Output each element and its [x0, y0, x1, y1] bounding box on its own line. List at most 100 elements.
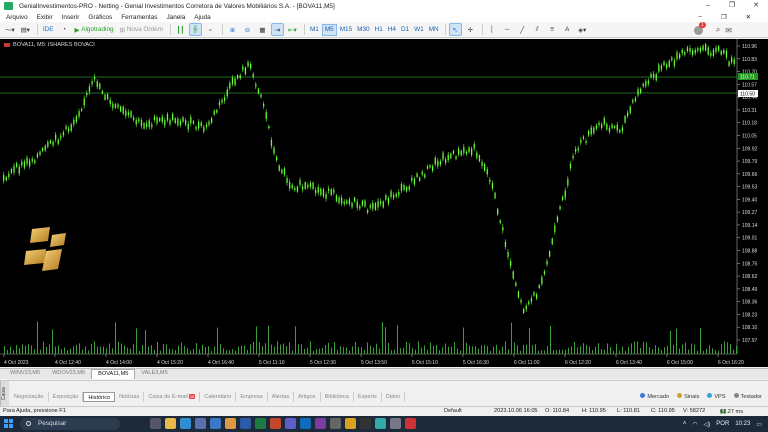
- tab-exposicao[interactable]: Exposição: [49, 391, 84, 402]
- tab-alertas[interactable]: Alertas: [268, 391, 295, 402]
- menu-arquivo[interactable]: Arquivo: [6, 14, 28, 21]
- child-minimize-button[interactable]: –: [698, 13, 702, 21]
- sinais-link[interactable]: Sinais: [677, 393, 699, 400]
- tab-diario[interactable]: Diário: [382, 391, 406, 402]
- chart-type-icon[interactable]: 〜▾: [3, 23, 17, 36]
- zoom-out-icon[interactable]: ⊖: [241, 23, 254, 36]
- vps-link[interactable]: VPS: [707, 393, 726, 400]
- testador-link[interactable]: Testador: [733, 393, 762, 400]
- file-explorer-icon[interactable]: [165, 418, 176, 429]
- menu-graficos[interactable]: Gráficos: [88, 14, 112, 21]
- timeframe-m5[interactable]: M5: [321, 23, 337, 36]
- chart-tab-vale3[interactable]: VALE3,M5: [135, 369, 173, 379]
- channel-icon[interactable]: ⫽: [531, 23, 544, 36]
- windows-start-icon[interactable]: [4, 419, 13, 428]
- chevron-up-icon[interactable]: ˄: [683, 421, 687, 427]
- outlook-icon[interactable]: [300, 418, 311, 429]
- toolbox-side-label[interactable]: Caixa: [0, 381, 9, 407]
- timeframe-m30[interactable]: M30: [355, 24, 371, 36]
- notifications-icon[interactable]: ▭: [756, 421, 762, 428]
- teams-icon[interactable]: [285, 418, 296, 429]
- search-icon[interactable]: ⌕: [716, 25, 720, 35]
- minimize-button[interactable]: –: [696, 0, 720, 12]
- onenote-icon[interactable]: [315, 418, 326, 429]
- volume-icon[interactable]: ◁): [704, 421, 711, 428]
- tab-artigos[interactable]: Artigos: [294, 391, 321, 402]
- volume-bar: [694, 344, 695, 354]
- calculator-icon[interactable]: [330, 418, 341, 429]
- tab-negociacao[interactable]: Negociação: [10, 391, 49, 402]
- chart-tab-bova11[interactable]: BOVA11,M5: [91, 369, 136, 379]
- candle-body: [198, 121, 200, 129]
- tab-noticias[interactable]: Notícias: [115, 391, 145, 402]
- nova-ordem-button[interactable]: ⊞ Nova Ordem: [118, 23, 165, 36]
- photos-icon[interactable]: [375, 418, 386, 429]
- menu-ajuda[interactable]: Ajuda: [194, 14, 210, 21]
- timeframe-h1[interactable]: H1: [373, 24, 385, 36]
- restore-button[interactable]: ❐: [720, 0, 744, 12]
- crosshair-icon[interactable]: ✛: [464, 23, 477, 36]
- menu-exibir[interactable]: Exibir: [37, 14, 53, 21]
- settings-icon[interactable]: [390, 418, 401, 429]
- volume-bar: [214, 346, 215, 354]
- tile-windows-icon[interactable]: ▦: [256, 23, 269, 36]
- close-button[interactable]: ✕: [744, 0, 768, 12]
- child-close-button[interactable]: ✕: [746, 13, 751, 21]
- timeframe-m1[interactable]: M1: [308, 24, 321, 36]
- timeframe-m15[interactable]: M15: [338, 24, 354, 36]
- menu-inserir[interactable]: Inserir: [62, 14, 80, 21]
- edge-icon[interactable]: [180, 418, 191, 429]
- fibonacci-icon[interactable]: ≡: [546, 23, 559, 36]
- new-chart-icon[interactable]: ▤▾: [19, 23, 32, 36]
- powerpoint-icon[interactable]: [270, 418, 281, 429]
- mail-icon[interactable]: [210, 418, 221, 429]
- zoom-in-icon[interactable]: ⊕: [226, 23, 239, 36]
- store-icon[interactable]: [195, 418, 206, 429]
- candlestick-chart-icon[interactable]: ╫: [188, 23, 202, 36]
- chart-tab-wdov23[interactable]: WDOV23,M5: [46, 369, 91, 379]
- timeframe-d1[interactable]: D1: [399, 24, 411, 36]
- tab-empresa[interactable]: Empresa: [236, 391, 268, 402]
- vertical-line-icon[interactable]: │: [486, 23, 499, 36]
- language-indicator[interactable]: POR: [716, 421, 729, 427]
- tab-calendario[interactable]: Calendário: [200, 391, 237, 402]
- timeframe-mn[interactable]: MN: [427, 24, 441, 36]
- excel-icon[interactable]: [255, 418, 266, 429]
- tab-caixa-email[interactable]: Caixa de E-mail 16: [144, 391, 201, 402]
- chrome-icon[interactable]: [225, 418, 236, 429]
- algotrading-button[interactable]: ▶ Algotrading: [73, 23, 116, 36]
- auto-scroll-icon[interactable]: ⇤▾: [286, 23, 299, 36]
- timeframe-h4[interactable]: H4: [386, 24, 398, 36]
- menu-janela[interactable]: Janela: [166, 14, 185, 21]
- taskbar-search[interactable]: Pesquisar: [20, 418, 120, 430]
- shapes-icon[interactable]: ◈▾: [576, 23, 589, 36]
- terminal-icon[interactable]: [360, 418, 371, 429]
- bar-chart-icon[interactable]: ┃┃: [174, 23, 187, 36]
- chart-shift-icon[interactable]: ⇥: [270, 23, 284, 36]
- line-chart-icon[interactable]: ⌁: [204, 23, 217, 36]
- strategy-tester-icon[interactable]: ◔: [58, 23, 71, 36]
- horizontal-line-icon[interactable]: ─: [501, 23, 514, 36]
- tab-experts[interactable]: Experts: [354, 391, 382, 402]
- task-view-icon[interactable]: [150, 418, 161, 429]
- chat-icon[interactable]: ✉: [725, 26, 732, 35]
- chart-window[interactable]: BOVA11, M5: ISHARES BOVACI 110.96 110.83 1…: [0, 39, 768, 367]
- clock[interactable]: 10:23: [735, 421, 750, 427]
- cursor-icon[interactable]: ↖: [448, 23, 462, 36]
- chart-tab-winv23[interactable]: WINV23,M5: [4, 369, 46, 379]
- tab-historico[interactable]: Histórico: [83, 391, 116, 402]
- tab-biblioteca[interactable]: Biblioteca: [321, 391, 354, 402]
- candle-body: [577, 148, 579, 151]
- media-icon[interactable]: [405, 418, 416, 429]
- price-chart[interactable]: 110.96110.83110.70110.57110.44110.31110.…: [0, 39, 768, 367]
- word-icon[interactable]: [240, 418, 251, 429]
- text-tool-icon[interactable]: A: [561, 23, 574, 36]
- timeframe-w1[interactable]: W1: [412, 24, 426, 36]
- mercado-link[interactable]: Mercado: [640, 393, 669, 400]
- ide-button[interactable]: IDE: [41, 23, 56, 36]
- network-icon[interactable]: ◠: [692, 421, 697, 428]
- child-restore-button[interactable]: ❐: [721, 13, 727, 21]
- trendline-icon[interactable]: ╱: [516, 23, 529, 36]
- menu-ferramentas[interactable]: Ferramentas: [121, 14, 157, 21]
- metatrader-icon[interactable]: [345, 418, 356, 429]
